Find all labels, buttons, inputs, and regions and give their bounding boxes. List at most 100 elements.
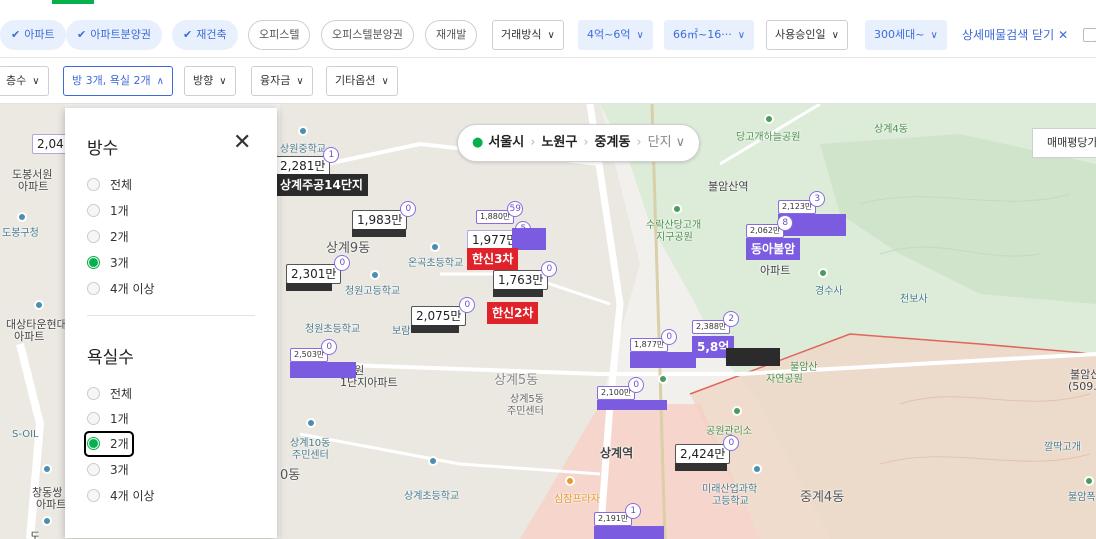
app-root: ✔ 아파트 ✔ 아파트분양권 ✔ 재건축 오피스텔 오피스텔분양권 재개발 거래방식 ∨… — [0, 0, 1096, 539]
location-breadcrumb[interactable]: ● 서울시 › 노원구 › 중계동 › 단지 ∨ — [457, 124, 701, 162]
chip-reconstruction[interactable]: ✔ 재건축 — [172, 20, 238, 50]
complex-label[interactable] — [512, 228, 546, 250]
price-pin[interactable]: 2,123만 3 — [778, 191, 826, 214]
poi-marker[interactable] — [764, 114, 774, 124]
dropdown-other-options[interactable]: 기타옵션 ∨ — [326, 66, 398, 96]
chip-officetel-presale[interactable]: 오피스텔분양권 — [321, 20, 414, 50]
close-icon: ✕ — [1058, 28, 1069, 42]
poi-marker[interactable] — [34, 300, 44, 310]
radio-circle — [87, 178, 100, 191]
listing-label[interactable]: 동아불암 — [746, 238, 801, 260]
poi-marker[interactable] — [658, 374, 668, 384]
complex-label[interactable] — [726, 348, 780, 366]
price-pin[interactable]: 2,388만 2 — [692, 311, 740, 334]
baths-option-3[interactable]: 3개 — [87, 460, 129, 480]
poi-marker[interactable] — [17, 212, 27, 222]
breadcrumb-district[interactable]: 노원구 — [541, 135, 577, 150]
dropdown-area[interactable]: 66㎡~16··· ∨ — [664, 20, 755, 50]
complex-label[interactable]: 상계주공14단지 — [275, 174, 368, 196]
complex-label[interactable] — [594, 526, 664, 539]
chevron-down-icon: ∨ — [636, 30, 644, 41]
chip-apartment-presale[interactable]: ✔ 아파트분양권 — [66, 20, 162, 50]
dropdown-trade-type[interactable]: 거래방식 ∨ — [492, 20, 564, 50]
poi-marker[interactable] — [752, 464, 762, 474]
poi-marker[interactable] — [565, 476, 575, 486]
breadcrumb-complex[interactable]: 단지 — [648, 135, 672, 150]
poi-marker[interactable] — [430, 242, 440, 252]
complex-label[interactable] — [290, 362, 356, 378]
price-pin[interactable]: 2,04 — [32, 134, 69, 154]
baths-option-4-plus[interactable]: 4개 이상 — [87, 486, 155, 506]
chevron-down-icon: ∨ — [381, 76, 389, 87]
dropdown-households[interactable]: 300세대~ ∨ — [865, 20, 947, 50]
radio-circle — [87, 489, 100, 502]
poi-marker[interactable] — [818, 268, 828, 278]
rooms-title: 방수 — [87, 139, 119, 159]
dropdown-rooms-baths[interactable]: 방 3개, 욕실 2개 ∧ — [63, 66, 173, 96]
price-pin[interactable]: 1,983만 0 — [352, 201, 417, 237]
price-pin[interactable]: 2,301만 0 — [286, 255, 351, 291]
chevron-down-icon: ∨ — [296, 76, 304, 87]
rooms-option-4-plus[interactable]: 4개 이상 — [87, 279, 155, 299]
rooms-option-2[interactable]: 2개 — [87, 227, 129, 247]
close-icon[interactable]: ✕ — [233, 132, 251, 154]
listing-label[interactable]: 한신2차 — [487, 302, 539, 324]
radio-circle — [87, 204, 100, 217]
poi-marker[interactable] — [298, 126, 308, 136]
toggle-checkbox[interactable] — [1083, 28, 1096, 42]
price-pin[interactable]: 2,062만 8 — [746, 215, 794, 238]
dropdown-price[interactable]: 4억~6억 ∨ — [578, 20, 653, 50]
poi-marker[interactable] — [672, 204, 682, 214]
dropdown-loan[interactable]: 융자금 ∨ — [251, 66, 313, 96]
complex-label[interactable] — [597, 400, 667, 410]
pin-tail — [352, 229, 406, 237]
close-advanced-search-button[interactable]: 상세매물검색 닫기 ✕ — [962, 20, 1068, 50]
pin-tail — [493, 289, 543, 297]
chip-apartment[interactable]: ✔ 아파트 — [0, 20, 66, 50]
map-place: 불암산역 — [708, 180, 749, 193]
poi-marker[interactable] — [732, 406, 742, 416]
poi-marker[interactable] — [42, 464, 52, 474]
rooms-option-1[interactable]: 1개 — [87, 201, 129, 221]
radio-circle — [87, 437, 100, 450]
filter-bar: ✔ 아파트 ✔ 아파트분양권 ✔ 재건축 오피스텔 오피스텔분양권 재개발 거래방식 ∨… — [0, 0, 1096, 58]
baths-option-2[interactable]: 2개 — [84, 431, 134, 457]
price-pin[interactable]: 1,877만 0 — [630, 329, 678, 352]
map-place: 중계4동 — [800, 490, 845, 505]
price-pin[interactable]: 1,880만 59 — [476, 201, 524, 224]
listing-label[interactable]: 한신3차 — [467, 248, 519, 270]
map-place: 보람 — [392, 326, 411, 337]
breadcrumb-dong[interactable]: 중계동 — [595, 135, 631, 150]
complex-label[interactable] — [630, 352, 696, 368]
chevron-down-icon: ∨ — [32, 76, 40, 87]
check-icon: ✔ — [77, 28, 87, 41]
chevron-down-icon: ∨ — [737, 30, 746, 41]
price-pin[interactable]: 2,281만 1 — [275, 147, 340, 176]
price-per-area-button[interactable]: 매매평당가 — [1032, 128, 1096, 158]
price-pin[interactable]: 1,763만 0 — [493, 261, 558, 297]
poi-marker[interactable] — [370, 270, 380, 280]
poi-marker[interactable] — [306, 418, 316, 428]
poi-marker[interactable] — [428, 456, 438, 466]
baths-option-all[interactable]: 전체 — [87, 384, 132, 404]
price-pin[interactable]: 2,075만 0 — [411, 297, 476, 333]
chip-officetel[interactable]: 오피스텔 — [248, 20, 311, 50]
dropdown-direction[interactable]: 방향 ∨ — [184, 66, 236, 96]
map-place: 도봉구청 — [2, 228, 39, 239]
dropdown-approval-date[interactable]: 사용승인일 ∨ — [766, 20, 848, 50]
baths-option-1[interactable]: 1개 — [87, 409, 129, 429]
price-pin[interactable]: 2,424만 0 — [675, 435, 740, 471]
radio-circle — [87, 282, 100, 295]
price-pin[interactable]: 2,191만 1 — [594, 503, 642, 526]
map-place: 불암폭 — [1068, 492, 1096, 503]
dropdown-floor[interactable]: 층수 ∨ — [0, 66, 49, 96]
price-pin[interactable]: 2,100만 0 — [597, 377, 645, 400]
rooms-option-all[interactable]: 전체 — [87, 175, 132, 195]
poi-marker[interactable] — [1084, 476, 1094, 486]
breadcrumb-separator: › — [636, 135, 642, 150]
poi-marker[interactable] — [42, 516, 52, 526]
price-pin[interactable]: 2,503만 0 — [290, 339, 338, 362]
rooms-option-3[interactable]: 3개 — [87, 253, 129, 273]
chip-redevelopment[interactable]: 재개발 — [425, 20, 478, 50]
breadcrumb-city[interactable]: 서울시 — [488, 135, 524, 150]
